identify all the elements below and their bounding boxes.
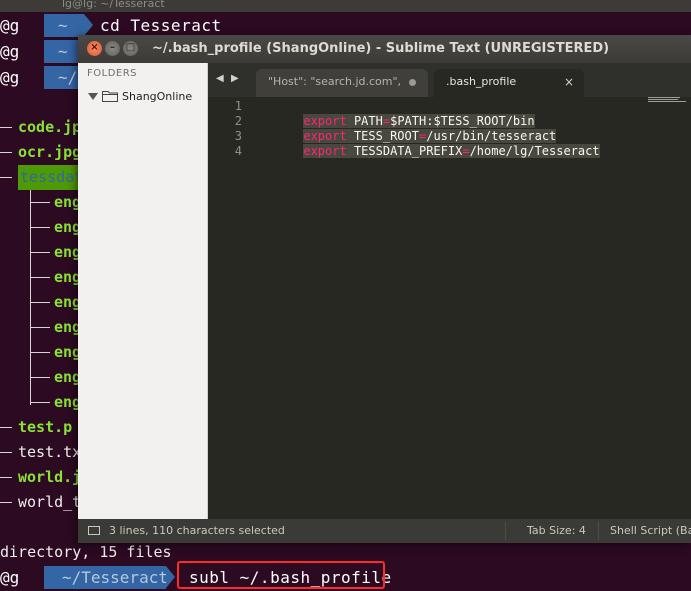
sidebar-folder-label: ShangOnline — [122, 89, 193, 103]
tree-item-name: test.p — [18, 418, 73, 436]
panel-toggle-icon[interactable] — [88, 526, 100, 535]
variable-name: TESSDATA_PREFIX — [353, 144, 463, 158]
operator: = — [462, 144, 470, 158]
tab-bash-profile[interactable]: .bash_profile × — [434, 69, 584, 97]
tree-branch — [30, 327, 50, 328]
tree-branch — [30, 352, 50, 353]
line-number: 3 — [234, 129, 242, 143]
prompt-dir: ~ — [36, 14, 84, 37]
tree-item-name: ocr.jpg — [18, 143, 82, 161]
sublime-window: × – □ ~/.bash_profile (ShangOnline) - Su… — [78, 35, 691, 543]
sidebar-folder-shangonline[interactable]: ShangOnline — [88, 88, 192, 104]
tree-item-name: world_t — [18, 493, 82, 511]
minimap-line — [648, 97, 680, 98]
keyword: export — [303, 144, 347, 158]
tree-item-name: world.j — [18, 468, 82, 486]
line-number: 4 — [234, 144, 242, 158]
tab-bar: ◀ ▶ "Host": "search.jd.com", .bash_profi… — [208, 63, 691, 97]
tree-branch — [30, 402, 50, 403]
prompt-arrow — [84, 14, 93, 36]
tab-host-search[interactable]: "Host": "search.jd.com", — [256, 69, 428, 97]
terminal-prompt-row: @g ~ cd Tesseract — [0, 14, 691, 37]
status-divider — [598, 522, 599, 540]
prompt-arrow — [166, 566, 175, 588]
tree-branch — [30, 227, 50, 228]
code-line[interactable]: export TESS_ROOT=/usr/bin/tesseract — [260, 114, 557, 143]
prompt-dir: ~/Tesseract — [36, 566, 168, 589]
minimap[interactable] — [648, 97, 688, 103]
status-divider — [505, 522, 506, 540]
tree-branch — [30, 277, 50, 278]
tree-branch — [30, 202, 50, 203]
tree-branch — [0, 177, 12, 178]
maximize-window-button[interactable]: □ — [123, 41, 138, 56]
tree-branch — [0, 477, 12, 478]
sublime-titlebar: × – □ ~/.bash_profile (ShangOnline) - Su… — [78, 35, 691, 63]
sidebar-header: FOLDERS — [87, 68, 138, 79]
close-tab-icon[interactable]: × — [564, 69, 574, 95]
prompt-command: cd Tesseract — [100, 16, 222, 35]
variable-value: /home/lg/Tesseract — [469, 144, 600, 158]
prompt-user: @g — [0, 66, 38, 89]
terminal-titlebar: lg@lg: ~/Tesseract — [0, 0, 691, 12]
tree-branch — [0, 427, 12, 428]
command-highlight-box — [177, 561, 385, 589]
prompt-user: @g — [0, 14, 38, 37]
tree-branch — [0, 452, 12, 453]
minimize-window-button[interactable]: – — [105, 41, 120, 56]
minimap-line — [648, 99, 678, 100]
tab-label: .bash_profile — [446, 75, 517, 88]
prompt-user: @g — [0, 40, 38, 63]
tree-branch — [30, 377, 50, 378]
tree-branch — [0, 502, 12, 503]
sidebar: FOLDERS ShangOnline — [78, 63, 208, 519]
tree-item-name: test.tx — [18, 443, 82, 461]
unsaved-dot-icon — [409, 79, 416, 86]
folder-icon — [102, 91, 118, 102]
prompt-user: @g — [0, 566, 38, 589]
tab-prev-icon[interactable]: ◀ — [216, 73, 224, 84]
tree-branch — [0, 152, 12, 153]
code-line[interactable]: export PATH=$PATH:$TESS_ROOT/bin — [260, 99, 535, 128]
line-number: 1 — [234, 99, 242, 113]
status-bar: 3 lines, 110 characters selected Tab Siz… — [78, 519, 691, 543]
tab-label: "Host": "search.jd.com", — [268, 75, 402, 88]
selection-status: 3 lines, 110 characters selected — [109, 524, 285, 537]
tab-size-status[interactable]: Tab Size: 4 — [527, 519, 586, 543]
syntax-status[interactable]: Shell Script (Bas — [610, 519, 691, 543]
window-title: ~/.bash_profile (ShangOnline) - Sublime … — [152, 41, 610, 56]
code-editor[interactable]: 1 2 3 4 export PATH=$PATH:$TESS_ROOT/bin… — [208, 97, 691, 519]
code-line[interactable]: export TESSDATA_PREFIX=/home/lg/Tesserac… — [260, 129, 600, 158]
expand-triangle-icon[interactable] — [88, 92, 98, 100]
close-window-button[interactable]: × — [87, 41, 102, 56]
line-gutter: 1 2 3 4 — [208, 97, 252, 519]
tree-summary: directory, 15 files — [0, 543, 172, 561]
tree-vertical-line — [30, 190, 31, 405]
tree-branch — [30, 302, 50, 303]
tab-next-icon[interactable]: ▶ — [231, 73, 239, 84]
minimap-line — [648, 101, 686, 102]
line-number: 2 — [234, 114, 242, 128]
tree-branch — [0, 127, 12, 128]
tree-branch — [30, 252, 50, 253]
